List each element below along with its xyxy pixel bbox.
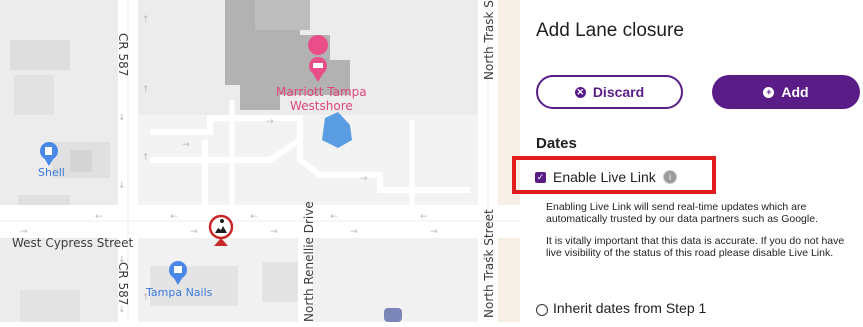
svg-text:→: → (190, 227, 198, 237)
svg-text:→: → (360, 174, 368, 184)
place-label-marriott-line1[interactable]: Marriott Tampa (276, 85, 367, 99)
enable-live-link-checkbox[interactable]: ✓ (535, 172, 546, 183)
info-icon[interactable]: i (663, 170, 677, 184)
side-panel: Add Lane closure ✕ Discard + Add Dates ✓… (512, 0, 863, 322)
transit-icon (384, 308, 402, 322)
svg-text:↓: ↓ (118, 181, 126, 191)
inherit-dates-radio[interactable] (536, 304, 548, 316)
map-label-west-cypress-street: West Cypress Street (12, 236, 134, 250)
svg-text:↓: ↓ (118, 305, 126, 315)
svg-text:←: ← (95, 212, 103, 222)
close-circle-icon: ✕ (574, 86, 586, 98)
map-canvas[interactable]: ↑↑↑ ↓↓↓↓ ↑ ← ← ← ← ← → → → → → →→→ ↓↓ (0, 0, 520, 322)
map-label-cr587-top: CR 587 (116, 33, 130, 77)
map-label-north-trask-bottom: North Trask Street (482, 209, 496, 318)
discard-button-label: Discard (592, 84, 645, 100)
place-label-tampa-nails[interactable]: Tampa Nails (146, 286, 212, 299)
svg-text:→: → (266, 117, 274, 127)
add-button-label: Add (781, 84, 809, 100)
add-button[interactable]: + Add (712, 75, 860, 109)
svg-text:→: → (270, 227, 278, 237)
live-link-warning: It is vitally important that this data i… (546, 235, 845, 259)
place-label-marriott-line2[interactable]: Westshore (290, 99, 353, 113)
svg-text:→: → (430, 227, 438, 237)
svg-text:↓: ↓ (118, 113, 126, 123)
svg-text:←: ← (250, 212, 258, 222)
svg-text:←: ← (330, 212, 338, 222)
discard-button[interactable]: ✕ Discard (536, 75, 683, 109)
map-label-north-renellie-drive: North Renellie Drive (302, 201, 316, 322)
map-label-cr587-bottom: CR 587 (116, 262, 130, 306)
plus-circle-icon: + (763, 86, 775, 98)
enable-live-link-label[interactable]: Enable Live Link (553, 169, 656, 185)
svg-text:→: → (182, 140, 190, 150)
svg-text:←: ← (170, 212, 178, 222)
map-label-north-trask-top: North Trask S (482, 0, 496, 80)
live-link-description: Enabling Live Link will send real-time u… (546, 201, 818, 225)
svg-text:←: ← (420, 212, 428, 222)
svg-text:↑: ↑ (142, 153, 150, 163)
svg-text:↑: ↑ (142, 85, 150, 95)
dates-heading: Dates (536, 135, 577, 152)
svg-text:↑: ↑ (142, 15, 150, 25)
inherit-dates-label[interactable]: Inherit dates from Step 1 (553, 300, 706, 316)
svg-text:→: → (350, 227, 358, 237)
panel-title: Add Lane closure (536, 20, 684, 41)
place-label-shell[interactable]: Shell (38, 166, 65, 179)
map-view[interactable]: ↑ ↑ ↑ ↓ ↓ ↓ ↓ ↑ ← ← ← ← ← → → → → → → → → ↓ ↓ (0, 0, 520, 322)
